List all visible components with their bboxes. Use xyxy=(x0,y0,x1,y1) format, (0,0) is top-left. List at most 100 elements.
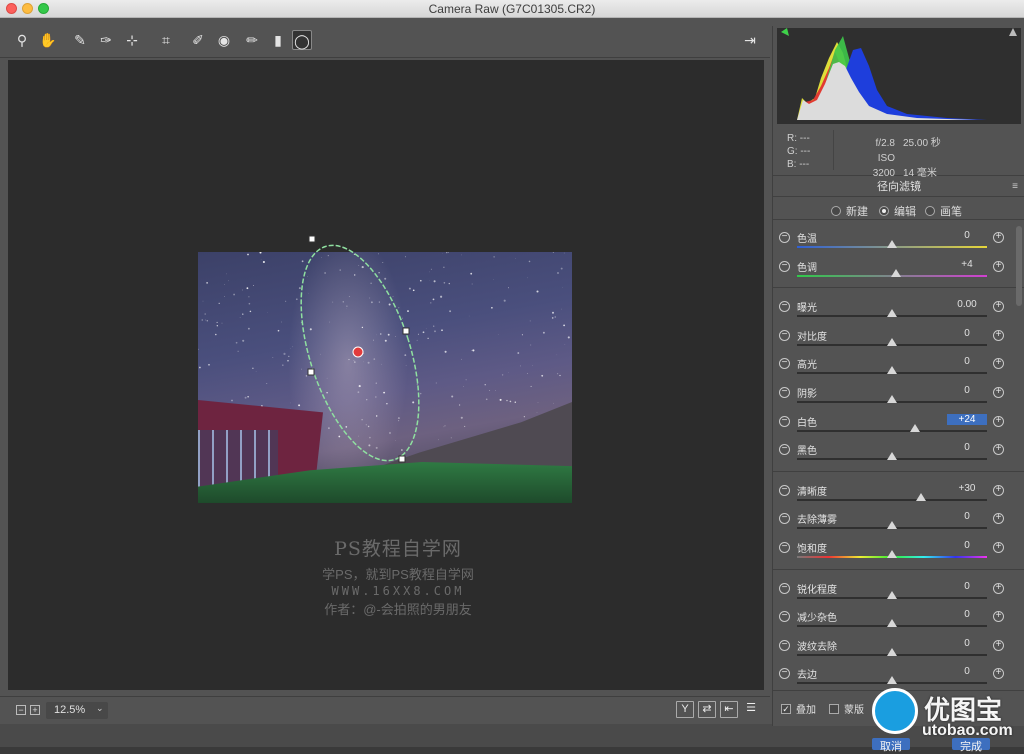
slider-value[interactable]: 0 xyxy=(947,385,987,396)
slider-value[interactable]: 0 xyxy=(947,230,987,241)
slider-track[interactable] xyxy=(797,430,987,432)
decrease-icon[interactable]: − xyxy=(779,668,790,679)
slider-thumb[interactable] xyxy=(916,493,926,501)
radial-filter-tool-icon[interactable]: ◯ xyxy=(292,30,312,50)
targeted-adjust-tool-icon[interactable]: ⊹ xyxy=(122,30,142,50)
preview-preferences-icon[interactable]: ☰ xyxy=(742,701,760,718)
crop-tool-icon[interactable]: ⌗ xyxy=(156,30,176,50)
slider-thumb[interactable] xyxy=(887,521,897,529)
zoom-in-button[interactable]: + xyxy=(30,705,40,715)
increase-icon[interactable]: + xyxy=(993,611,1004,622)
white-balance-tool-icon[interactable]: ✎ xyxy=(70,30,90,50)
slider-thumb[interactable] xyxy=(887,240,897,248)
slider-track[interactable] xyxy=(797,499,987,501)
slider-value[interactable]: 0 xyxy=(947,609,987,620)
slider-thumb[interactable] xyxy=(887,676,897,684)
slider-thumb[interactable] xyxy=(887,452,897,460)
red-eye-tool-icon[interactable]: ◉ xyxy=(214,30,234,50)
decrease-icon[interactable]: − xyxy=(779,387,790,398)
slider-value[interactable]: +4 xyxy=(947,259,987,270)
increase-icon[interactable]: + xyxy=(993,261,1004,272)
increase-icon[interactable]: + xyxy=(993,485,1004,496)
slider-thumb[interactable] xyxy=(887,309,897,317)
increase-icon[interactable]: + xyxy=(993,513,1004,524)
increase-icon[interactable]: + xyxy=(993,542,1004,553)
increase-icon[interactable]: + xyxy=(993,330,1004,341)
increase-icon[interactable]: + xyxy=(993,444,1004,455)
hand-tool-icon[interactable]: ✋ xyxy=(38,30,58,50)
graduated-filter-tool-icon[interactable]: ▮ xyxy=(268,30,288,50)
decrease-icon[interactable]: − xyxy=(779,611,790,622)
increase-icon[interactable]: + xyxy=(993,387,1004,398)
decrease-icon[interactable]: − xyxy=(779,301,790,312)
radio-new[interactable] xyxy=(831,206,841,216)
overlay-checkbox[interactable]: ✓ xyxy=(781,704,791,714)
image-canvas[interactable]: PS教程自学网 学PS，就到PS教程自学网 WWW.16XX8.COM 作者：@… xyxy=(8,60,764,690)
mask-checkbox[interactable] xyxy=(829,704,839,714)
radial-filter-overlay[interactable] xyxy=(198,240,572,510)
slider-value[interactable]: +24 xyxy=(947,414,987,425)
slider-thumb[interactable] xyxy=(887,619,897,627)
decrease-icon[interactable]: − xyxy=(779,485,790,496)
decrease-icon[interactable]: − xyxy=(779,416,790,427)
chevron-down-icon[interactable]: ⌄ xyxy=(96,703,104,714)
slider-value[interactable]: 0 xyxy=(947,511,987,522)
radial-handle-top[interactable] xyxy=(309,236,315,242)
decrease-icon[interactable]: − xyxy=(779,583,790,594)
slider-thumb[interactable] xyxy=(887,366,897,374)
radial-handle-right[interactable] xyxy=(403,328,409,334)
color-sampler-tool-icon[interactable]: ✑ xyxy=(96,30,116,50)
slider-value[interactable]: 0 xyxy=(947,581,987,592)
spot-removal-tool-icon[interactable]: ✐ xyxy=(188,30,208,50)
decrease-icon[interactable]: − xyxy=(779,513,790,524)
slider-thumb[interactable] xyxy=(887,648,897,656)
increase-icon[interactable]: + xyxy=(993,416,1004,427)
slider-value[interactable]: 0 xyxy=(947,328,987,339)
slider-thumb[interactable] xyxy=(891,269,901,277)
decrease-icon[interactable]: − xyxy=(779,358,790,369)
slider-value[interactable]: 0 xyxy=(947,442,987,453)
highlight-clipping-icon[interactable] xyxy=(1009,28,1017,36)
mode-new[interactable]: 新建 xyxy=(831,203,868,219)
increase-icon[interactable]: + xyxy=(993,640,1004,651)
decrease-icon[interactable]: − xyxy=(779,640,790,651)
slider-value[interactable]: 0 xyxy=(947,666,987,677)
increase-icon[interactable]: + xyxy=(993,232,1004,243)
slider-thumb[interactable] xyxy=(887,395,897,403)
mask-toggle[interactable]: 蒙版 xyxy=(829,701,864,716)
decrease-icon[interactable]: − xyxy=(779,232,790,243)
slider-value[interactable]: 0 xyxy=(947,356,987,367)
slider-thumb[interactable] xyxy=(910,424,920,432)
decrease-icon[interactable]: − xyxy=(779,330,790,341)
radial-handle-left[interactable] xyxy=(308,369,314,375)
shadow-clipping-icon[interactable] xyxy=(781,28,789,36)
radio-brush[interactable] xyxy=(925,206,935,216)
radial-center-pin[interactable] xyxy=(353,347,363,357)
adjustment-brush-tool-icon[interactable]: ✏ xyxy=(242,30,262,50)
overlay-toggle[interactable]: ✓叠加 xyxy=(781,701,816,716)
radial-handle-bottom[interactable] xyxy=(399,456,405,462)
increase-icon[interactable]: + xyxy=(993,668,1004,679)
increase-icon[interactable]: + xyxy=(993,358,1004,369)
open-image-export-icon[interactable]: ⇥ xyxy=(740,30,760,50)
decrease-icon[interactable]: − xyxy=(779,261,790,272)
radio-edit[interactable] xyxy=(879,206,889,216)
slider-value[interactable]: 0 xyxy=(947,540,987,551)
increase-icon[interactable]: + xyxy=(993,301,1004,312)
before-after-view-button[interactable]: Y xyxy=(676,701,694,718)
decrease-icon[interactable]: − xyxy=(779,444,790,455)
decrease-icon[interactable]: − xyxy=(779,542,790,553)
mode-brush[interactable]: 画笔 xyxy=(925,203,962,219)
mode-edit[interactable]: 编辑 xyxy=(879,203,916,219)
slider-thumb[interactable] xyxy=(887,550,897,558)
slider-value[interactable]: 0.00 xyxy=(947,299,987,310)
copy-settings-button[interactable]: ⇤ xyxy=(720,701,738,718)
slider-thumb[interactable] xyxy=(887,591,897,599)
zoom-out-button[interactable]: − xyxy=(16,705,26,715)
swap-settings-button[interactable]: ⇄ xyxy=(698,701,716,718)
slider-thumb[interactable] xyxy=(887,338,897,346)
increase-icon[interactable]: + xyxy=(993,583,1004,594)
panel-menu-icon[interactable]: ≡ xyxy=(1012,181,1018,192)
zoom-tool-icon[interactable]: ⚲ xyxy=(12,30,32,50)
panel-scrollbar[interactable] xyxy=(1016,226,1022,306)
